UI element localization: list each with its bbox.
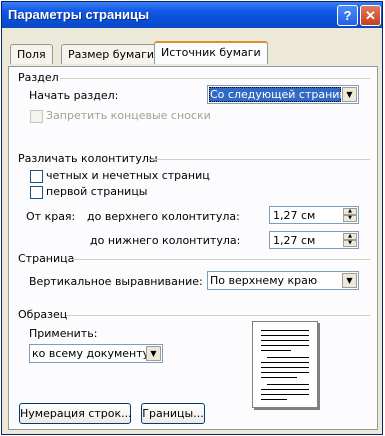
vertical-alignment-label: Вертикальное выравнивание:	[29, 275, 203, 288]
chevron-down-icon[interactable]: ▼	[146, 346, 161, 361]
header-distance-value: 1,27 см	[273, 209, 316, 222]
preview-text-line	[261, 389, 309, 390]
footer-distance-label: до нижнего колонтитула:	[90, 234, 241, 247]
suppress-endnotes-checkbox[interactable]	[30, 110, 43, 123]
spin-down-icon[interactable]: ▼	[343, 240, 357, 247]
odd-even-label: четных и нечетных страниц	[46, 169, 210, 182]
tab-margins[interactable]: Поля	[10, 44, 53, 64]
headers-divider	[148, 159, 370, 160]
header-distance-label: до верхнего колонтитула:	[87, 210, 240, 223]
apply-to-select[interactable]: ко всему документу ▼	[29, 344, 163, 363]
section-divider	[60, 78, 370, 79]
first-page-label: первой страницы	[46, 185, 148, 198]
line-numbers-button[interactable]: Нумерация строк...	[19, 403, 132, 424]
section-start-value: Со следующей страницы	[210, 88, 356, 101]
chevron-down-icon[interactable]: ▼	[342, 87, 357, 102]
preview-text-line	[261, 372, 309, 373]
help-button[interactable]: ?	[337, 5, 358, 26]
preview-text-line	[261, 367, 309, 368]
vertical-alignment-select[interactable]: По верхнему краю ▼	[207, 271, 359, 290]
header-distance-spinner[interactable]: 1,27 см ▲ ▼	[269, 206, 359, 224]
preview-text-line	[261, 399, 287, 400]
section-heading: Раздел	[18, 71, 59, 84]
page-setup-dialog: Параметры страницы ? ✕ Поля Размер бумаг…	[1, 1, 383, 435]
preview-text-line	[261, 362, 309, 363]
page-divider	[72, 259, 370, 260]
preview-text-line	[261, 350, 291, 351]
tab-paper-source[interactable]: Источник бумаги	[154, 41, 268, 64]
page-preview	[252, 321, 318, 408]
borders-button[interactable]: Границы...	[141, 403, 205, 424]
preview-text-line	[261, 340, 309, 341]
page-heading: Страница	[18, 252, 75, 265]
vertical-alignment-value: По верхнему краю	[210, 274, 318, 287]
title-bar[interactable]: Параметры страницы ? ✕	[2, 2, 382, 28]
first-page-checkbox[interactable]	[30, 186, 43, 199]
preview-text-line	[261, 335, 309, 336]
preview-heading: Образец	[18, 308, 68, 321]
apply-to-label: Применить:	[29, 327, 98, 340]
footer-distance-spinner[interactable]: 1,27 см ▲ ▼	[269, 231, 359, 249]
section-start-select[interactable]: Со следующей страницы ▼	[207, 85, 359, 104]
headers-heading: Различать колонтитулы	[18, 152, 158, 165]
odd-even-checkbox[interactable]	[30, 170, 43, 183]
spin-up-icon[interactable]: ▲	[343, 233, 357, 240]
preview-text-line	[261, 377, 297, 378]
close-button[interactable]: ✕	[360, 5, 381, 26]
preview-text-line	[267, 384, 309, 385]
tab-paper-size[interactable]: Размер бумаги	[61, 44, 162, 64]
preview-text-line	[261, 394, 309, 395]
window-title: Параметры страницы	[8, 7, 150, 22]
apply-to-value: ко всему документу	[32, 347, 150, 360]
section-start-label: Начать раздел:	[29, 89, 119, 102]
spin-up-icon[interactable]: ▲	[343, 208, 357, 215]
preview-text-line	[267, 357, 309, 358]
from-edge-label: От края:	[26, 210, 76, 223]
footer-distance-value: 1,27 см	[273, 234, 316, 247]
chevron-down-icon[interactable]: ▼	[342, 273, 357, 288]
spin-down-icon[interactable]: ▼	[343, 215, 357, 222]
preview-text-line	[261, 330, 309, 331]
preview-text-line	[261, 345, 309, 346]
preview-divider	[66, 315, 370, 316]
suppress-endnotes-label: Запретить концевые сноски	[46, 109, 211, 122]
